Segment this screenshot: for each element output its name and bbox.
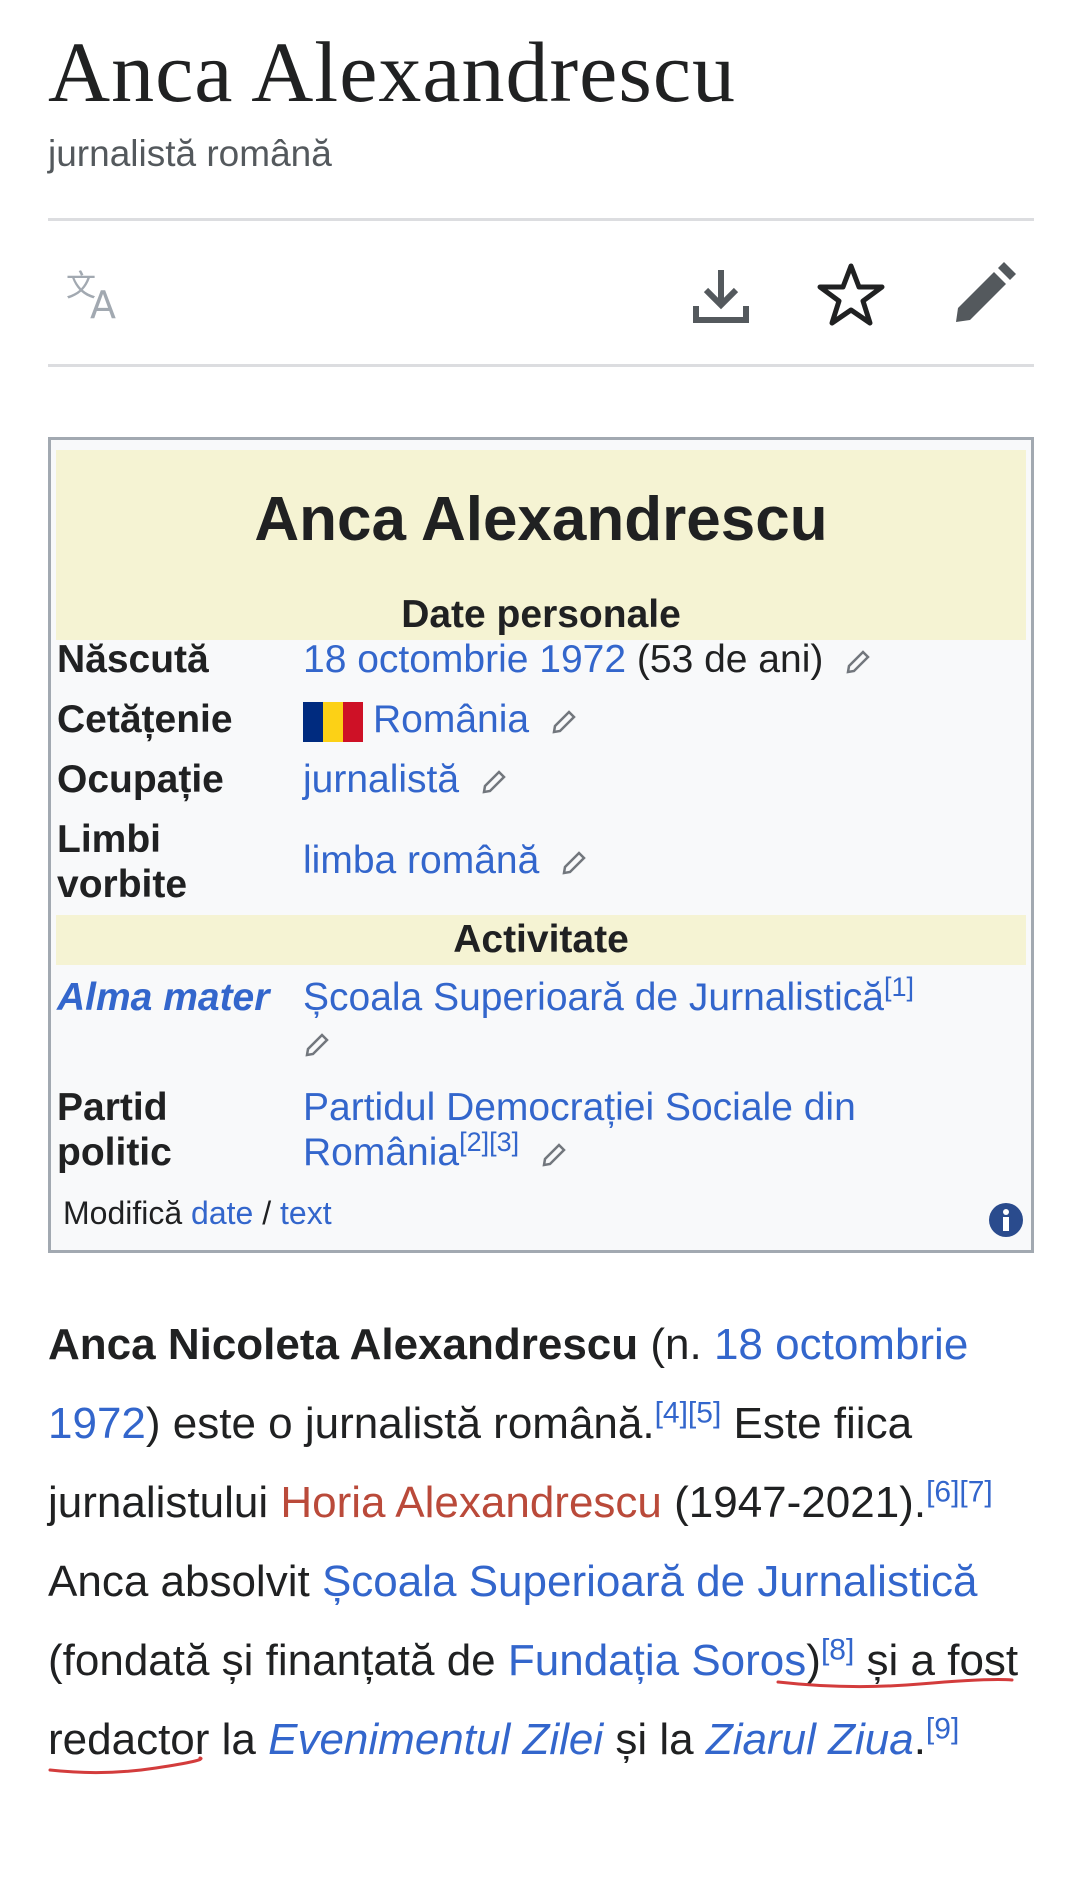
infobox-section-activity: Activitate xyxy=(56,915,1026,965)
edit-wikidata-icon[interactable] xyxy=(303,1031,331,1059)
alma-mater-value: Școala Superioară de Jurnalistică[1] xyxy=(303,972,1003,1065)
divider xyxy=(48,218,1034,221)
info-icon[interactable] xyxy=(988,1202,1024,1238)
article-paragraph: Anca Nicoleta Alexandrescu (n. 18 octomb… xyxy=(48,1305,1038,1779)
age-text: (53 de ani) xyxy=(636,638,824,681)
edit-wikidata-icon[interactable] xyxy=(480,768,508,796)
reference-link[interactable]: [2][3] xyxy=(459,1127,519,1157)
citizenship-link[interactable]: România xyxy=(373,698,529,741)
text: . xyxy=(913,1715,926,1764)
subject-name: Anca Nicoleta Alexandrescu xyxy=(48,1320,639,1369)
occupation-link[interactable]: jurnalistă xyxy=(303,758,459,801)
svg-text:A: A xyxy=(90,283,116,327)
party-label: Partid politic xyxy=(57,1085,297,1175)
edit-wikidata-icon[interactable] xyxy=(550,708,578,736)
edit-wikidata-icon[interactable] xyxy=(844,648,872,676)
star-icon[interactable] xyxy=(816,260,886,330)
birth-date-link[interactable]: 18 octombrie 1972 xyxy=(303,638,626,681)
occupation-value: jurnalistă xyxy=(303,757,1023,802)
edit-text-link[interactable]: text xyxy=(280,1195,332,1231)
text: (1947-2021). xyxy=(661,1478,927,1527)
infobox-title: Anca Alexandrescu xyxy=(56,450,1026,590)
party-value: Partidul Democrației Sociale din România… xyxy=(303,1085,1023,1175)
edit-wikidata-icon[interactable] xyxy=(560,849,588,877)
born-value: 18 octombrie 1972 (53 de ani) xyxy=(303,637,1023,682)
download-icon[interactable] xyxy=(686,262,756,332)
alma-mater-label: Alma mater xyxy=(57,975,297,1020)
party-label-line: politic xyxy=(57,1131,172,1174)
reference-link[interactable]: [6][7] xyxy=(926,1475,993,1508)
languages-label: Limbi vorbite xyxy=(57,817,297,907)
text: (n. xyxy=(638,1320,714,1369)
reference-link[interactable]: [9] xyxy=(926,1712,959,1745)
article-page: Anca Alexandrescu jurnalistă română 文 A … xyxy=(0,0,1080,1877)
footer-prefix: Modifică xyxy=(63,1195,183,1231)
translate-icon[interactable]: 文 A xyxy=(62,260,132,330)
text: Anca absolvit xyxy=(48,1557,322,1606)
party-link[interactable]: România xyxy=(303,1131,459,1174)
soros-foundation-link[interactable]: Fundația Soros xyxy=(508,1636,806,1685)
evz-link[interactable]: Evenimentul Zilei xyxy=(268,1715,603,1764)
occupation-label: Ocupație xyxy=(57,758,224,801)
edit-pencil-icon[interactable] xyxy=(948,260,1018,330)
born-label: Născută xyxy=(57,638,209,681)
language-link[interactable]: limba română xyxy=(303,839,539,882)
text: ) xyxy=(806,1636,821,1685)
languages-value: limba română xyxy=(303,838,1023,883)
text: ) este o jurnalistă română. xyxy=(145,1399,655,1448)
divider xyxy=(48,364,1034,367)
reference-link[interactable]: [4][5] xyxy=(655,1396,722,1429)
reference-link[interactable]: [1] xyxy=(884,972,914,1002)
reference-link[interactable]: [8] xyxy=(821,1633,854,1666)
edit-data-link[interactable]: date xyxy=(191,1195,253,1231)
edit-wikidata-icon[interactable] xyxy=(540,1141,568,1169)
infobox: Anca Alexandrescu Date personale Născută… xyxy=(48,437,1034,1253)
alma-edit-row xyxy=(303,1020,1003,1065)
ziua-link[interactable]: Ziarul Ziua xyxy=(706,1715,914,1764)
party-label-line: Partid xyxy=(57,1086,168,1129)
languages-label-line: vorbite xyxy=(57,863,188,906)
infobox-footer: Modifică date / text xyxy=(63,1195,332,1232)
page-description: jurnalistă română xyxy=(48,133,332,174)
infobox-section-personal: Date personale xyxy=(56,590,1026,640)
father-link[interactable]: Horia Alexandrescu xyxy=(280,1478,662,1527)
citizenship-label: Cetățenie xyxy=(57,698,233,741)
romania-flag-icon xyxy=(303,701,363,742)
school-link[interactable]: Școala Superioară de Jurnalistică xyxy=(322,1557,978,1606)
school-link[interactable]: Școala Superioară de Jurnalistică xyxy=(303,976,884,1019)
text: (fondată și finanțată de xyxy=(48,1636,508,1685)
party-link[interactable]: Partidul Democrației Sociale din xyxy=(303,1085,1023,1130)
text: și la xyxy=(603,1715,706,1764)
citizenship-value: România xyxy=(303,697,1023,742)
alma-mater-link[interactable]: Alma mater xyxy=(57,976,269,1019)
page-title: Anca Alexandrescu xyxy=(48,24,736,120)
footer-separator: / xyxy=(262,1195,272,1231)
languages-label-line: Limbi xyxy=(57,818,161,861)
